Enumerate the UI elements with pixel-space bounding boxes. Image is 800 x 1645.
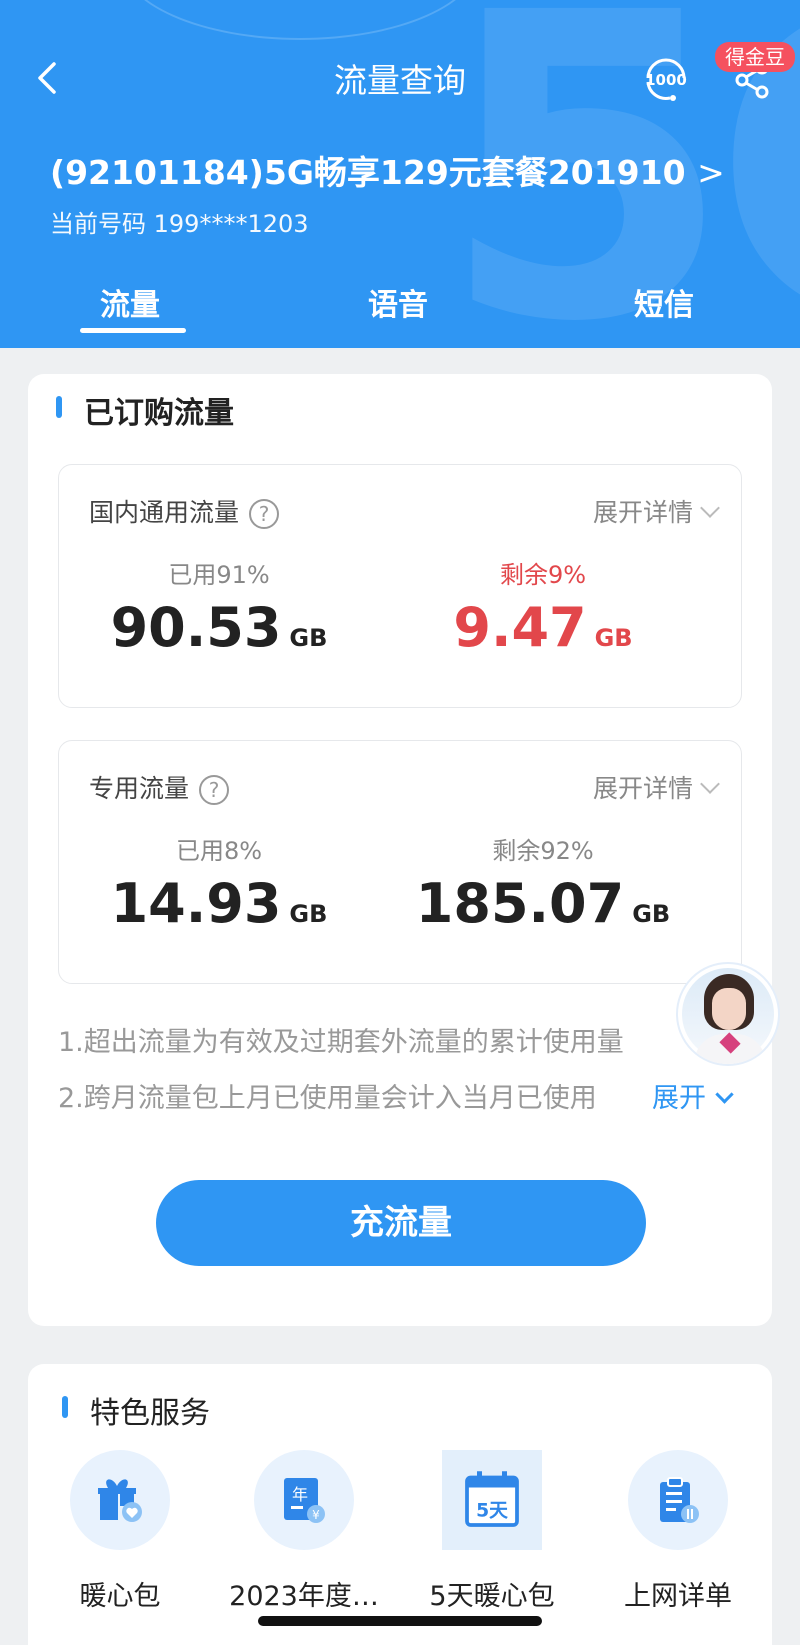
active-tab-indicator: [80, 328, 186, 333]
recharge-data-button[interactable]: 充流量: [156, 1180, 646, 1266]
icon-1000-text: 1000: [645, 71, 687, 89]
tab-sms[interactable]: 短信: [634, 280, 694, 324]
chevron-down-icon: [700, 498, 720, 518]
service-item-5-day-warm-pack[interactable]: 5天 5天暖心包: [402, 1450, 582, 1613]
service-label: 暖心包: [79, 1581, 161, 1612]
remaining-stat: 剩余92% 185.07 GB: [393, 831, 693, 935]
remaining-value-number: 9.47: [453, 596, 587, 659]
unit: GB: [632, 900, 671, 928]
used-stat: 已用8% 14.93 GB: [69, 831, 369, 935]
used-label: 已用8%: [175, 837, 263, 865]
expand-details-label: 展开详情: [592, 774, 693, 803]
gold-bean-badge[interactable]: 得金豆: [715, 42, 795, 72]
gift-heart-glyph: [98, 1479, 142, 1522]
section-title-services: 特色服务: [90, 1396, 210, 1431]
chevron-down-icon: [715, 1085, 734, 1104]
used-stat: 已用91% 90.53 GB: [69, 555, 369, 659]
plan-name[interactable]: (92101184)5G畅享129元套餐201910 >: [50, 146, 725, 194]
decorative-arc: [120, 0, 480, 40]
used-label: 已用91%: [168, 561, 270, 589]
service-label: 2023年度…: [229, 1581, 379, 1612]
tab-data[interactable]: 流量: [100, 280, 160, 324]
year-report-icon: 年 ¥: [254, 1450, 354, 1550]
calendar-icon-text: 5天: [476, 1500, 508, 1521]
remaining-value: 9.47 GB: [393, 596, 693, 659]
expand-details-button[interactable]: 展开详情: [592, 769, 720, 805]
note-line-1: 1.超出流量为有效及过期套外流量的累计使用量: [58, 1027, 624, 1058]
used-value-number: 14.93: [110, 872, 282, 935]
service-item-warm-pack[interactable]: 暖心包: [30, 1450, 210, 1613]
section-marker: [62, 1396, 68, 1418]
section-marker: [56, 396, 62, 418]
general-data-label-row: 国内通用流量?: [89, 493, 280, 529]
remaining-label: 剩余9%: [499, 561, 587, 589]
home-indicator[interactable]: [258, 1616, 542, 1626]
remaining-value: 185.07 GB: [393, 872, 693, 935]
service-label: 上网详单: [624, 1581, 732, 1612]
gift-heart-icon: [70, 1450, 170, 1550]
remaining-stat: 剩余9% 9.47 GB: [393, 555, 693, 659]
calendar-5-days-icon: 5天: [442, 1450, 542, 1550]
notes-expand-label: 展开: [652, 1083, 706, 1114]
calendar-glyph: 5天: [465, 1471, 519, 1527]
plan-name-text: (92101184)5G畅享129元套餐201910: [50, 153, 686, 192]
current-number: 当前号码 199****1203: [50, 204, 309, 239]
help-icon[interactable]: ?: [199, 775, 230, 805]
service-label: 5天暖心包: [429, 1581, 555, 1612]
svg-text:¥: ¥: [312, 1508, 320, 1522]
chevron-down-icon: [700, 774, 720, 794]
clipboard-glyph: [660, 1477, 699, 1523]
phone-number: 199****1203: [153, 210, 309, 238]
used-value: 90.53 GB: [69, 596, 369, 659]
header: 5G 流量查询 1000 得金豆 (92101184)5G畅享129元套餐201…: [0, 0, 800, 348]
clipboard-bill-icon: [628, 1450, 728, 1550]
expand-details-label: 展开详情: [592, 498, 693, 527]
special-data-label: 专用流量: [89, 774, 190, 803]
notes-expand-button[interactable]: 展开: [650, 1076, 734, 1115]
unit: GB: [289, 900, 328, 928]
general-data-label: 国内通用流量: [89, 498, 240, 527]
service-item-internet-bill[interactable]: 上网详单: [588, 1450, 768, 1613]
tab-bar: 流量 语音 短信: [0, 280, 800, 340]
remaining-label: 剩余92%: [492, 837, 594, 865]
special-data-box: 专用流量? 展开详情 已用8% 14.93 GB 剩余92% 185.07 GB: [58, 740, 742, 984]
phone-label: 当前号码: [50, 210, 146, 238]
chevron-right-icon: >: [697, 153, 725, 192]
expand-details-button[interactable]: 展开详情: [592, 493, 720, 529]
special-data-label-row: 专用流量?: [89, 769, 230, 805]
assistant-avatar[interactable]: [676, 962, 780, 1066]
unit: GB: [594, 624, 633, 652]
avatar-face: [712, 988, 746, 1030]
used-value: 14.93 GB: [69, 872, 369, 935]
help-icon[interactable]: ?: [249, 499, 280, 529]
tab-voice[interactable]: 语音: [368, 280, 428, 324]
note-line-2: 2.跨月流量包上月已使用量会计入当月已使用: [58, 1083, 597, 1114]
service-item-2023-annual[interactable]: 年 ¥ 2023年度…: [214, 1450, 394, 1613]
year-report-icon-text: 年: [292, 1485, 308, 1504]
general-data-box: 国内通用流量? 展开详情 已用91% 90.53 GB 剩余9% 9.47 GB: [58, 464, 742, 708]
remaining-value-number: 185.07: [415, 872, 625, 935]
unit: GB: [289, 624, 328, 652]
year-report-glyph: 年 ¥: [284, 1478, 325, 1523]
used-value-number: 90.53: [110, 596, 282, 659]
customer-service-1000-icon[interactable]: 1000: [640, 56, 692, 102]
section-title-subscribed: 已订购流量: [84, 396, 234, 431]
